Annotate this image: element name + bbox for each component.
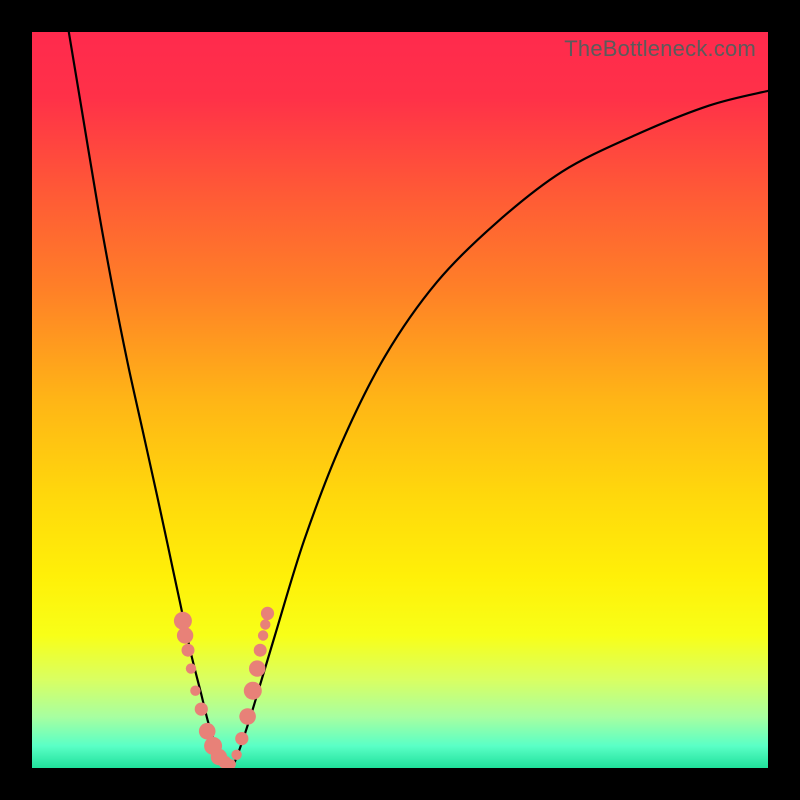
highlight-marker — [190, 686, 200, 696]
highlight-marker — [249, 660, 265, 676]
highlight-marker — [195, 703, 208, 716]
chart-frame: TheBottleneck.com — [0, 0, 800, 800]
highlight-marker — [182, 644, 195, 657]
highlight-marker — [239, 708, 256, 725]
highlight-marker — [231, 750, 241, 760]
highlight-marker — [174, 612, 192, 630]
highlight-marker — [254, 644, 267, 657]
highlight-marker — [244, 682, 262, 700]
plot-area: TheBottleneck.com — [32, 32, 768, 768]
highlight-marker — [235, 732, 248, 745]
watermark-text: TheBottleneck.com — [564, 36, 756, 62]
highlight-marker — [258, 630, 268, 640]
curve-overlay — [32, 32, 768, 768]
highlight-marker — [261, 607, 274, 620]
highlight-marker — [177, 627, 193, 643]
highlight-markers — [174, 607, 274, 768]
highlight-marker — [186, 663, 196, 673]
highlight-marker — [260, 619, 270, 629]
bottleneck-v-curve — [69, 32, 768, 768]
